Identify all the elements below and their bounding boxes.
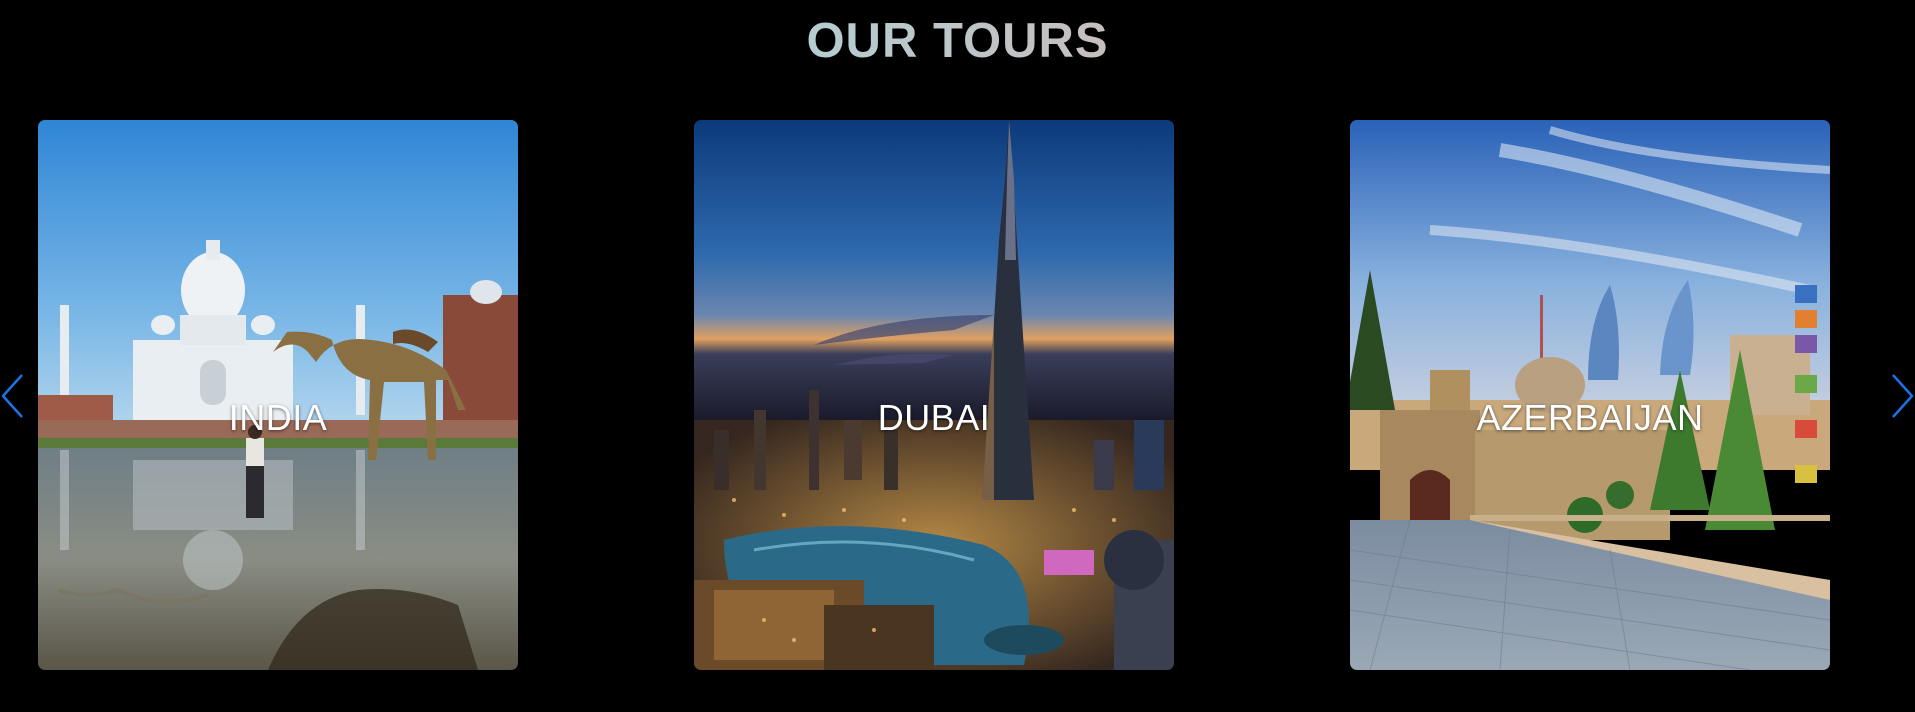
- carousel-prev-button[interactable]: [0, 371, 28, 421]
- azerbaijan-photo: [1350, 120, 1830, 670]
- tour-card-azerbaijan[interactable]: AZERBAIJAN: [1350, 120, 1830, 670]
- chevron-right-icon: [1892, 374, 1914, 418]
- tour-label: AZERBAIJAN: [1476, 397, 1704, 438]
- tour-card-dubai[interactable]: DUBAI: [694, 120, 1174, 670]
- dubai-photo: [694, 120, 1174, 670]
- tour-label: DUBAI: [877, 397, 991, 438]
- carousel-next-button[interactable]: [1887, 371, 1915, 421]
- chevron-left-icon: [1, 374, 23, 418]
- tour-card-india[interactable]: INDIA: [38, 120, 518, 670]
- tour-label: INDIA: [228, 397, 328, 438]
- section-title: OUR TOURS: [0, 12, 1915, 70]
- tours-section: OUR TOURS INDIA DUBAI AZERBAIJAN: [0, 0, 1915, 712]
- india-photo: [38, 120, 518, 670]
